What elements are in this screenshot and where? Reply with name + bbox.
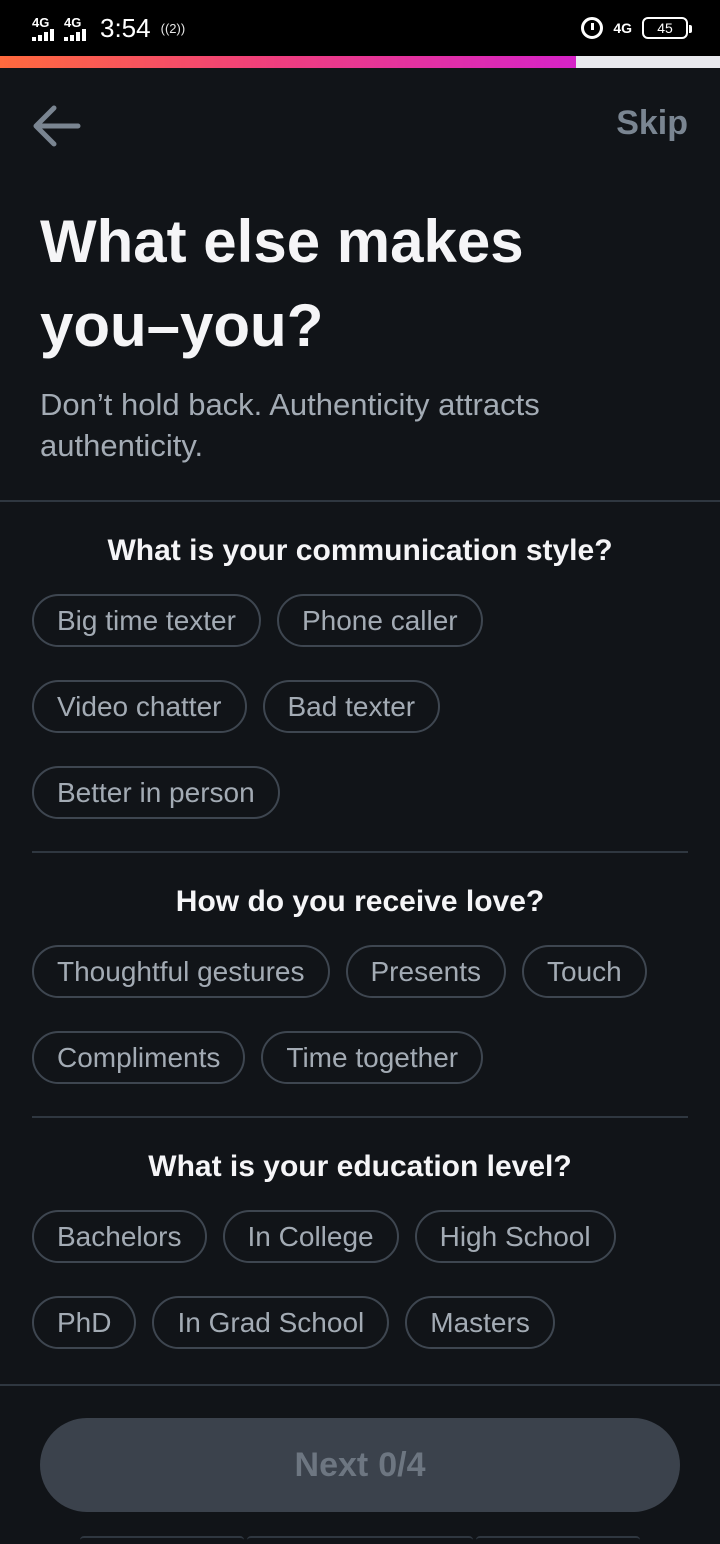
nav-gesture-hint bbox=[476, 1536, 640, 1544]
chip-group: Bachelors In College High School PhD In … bbox=[32, 1210, 688, 1349]
section-title: What is your education level? bbox=[148, 1150, 572, 1183]
alarm-icon bbox=[581, 17, 604, 39]
hotspot-icon: ((2)) bbox=[160, 20, 186, 36]
chip-group: Thoughtful gestures Presents Touch Compl… bbox=[32, 945, 688, 1084]
network-type-label: 4G bbox=[32, 14, 50, 30]
signal-1: 4G bbox=[32, 16, 54, 41]
chip-option[interactable]: High School bbox=[414, 1210, 616, 1263]
communication-style-section: What is your communication style? Big ti… bbox=[0, 534, 720, 819]
section-divider bbox=[32, 851, 688, 853]
signal-bars-icon bbox=[64, 28, 86, 41]
progress-bar bbox=[0, 56, 720, 68]
chip-option[interactable]: Bachelors bbox=[32, 1210, 207, 1263]
chip-option[interactable]: Bad texter bbox=[262, 680, 441, 733]
chip-option[interactable]: Time together bbox=[261, 1031, 484, 1084]
next-button-count: 0/4 bbox=[378, 1445, 426, 1484]
signal-bars-icon bbox=[32, 28, 54, 41]
chip-group: Big time texter Phone caller Video chatt… bbox=[32, 594, 688, 819]
progress-bar-fill bbox=[0, 56, 576, 68]
chip-option[interactable]: Video chatter bbox=[32, 680, 247, 733]
top-nav: Skip bbox=[0, 68, 720, 178]
nav-gesture-hint bbox=[80, 1536, 244, 1544]
clock: 3:54 bbox=[100, 12, 151, 43]
chip-option[interactable]: Big time texter bbox=[32, 594, 261, 647]
page-title: What else makes you–you? bbox=[40, 208, 524, 359]
next-button[interactable]: Next 0/4 bbox=[40, 1418, 680, 1512]
chip-option[interactable]: In Grad School bbox=[152, 1296, 390, 1349]
skip-button[interactable]: Skip bbox=[616, 104, 688, 143]
divider bbox=[0, 1384, 720, 1386]
chip-option[interactable]: PhD bbox=[32, 1296, 137, 1349]
chip-option[interactable]: In College bbox=[222, 1210, 399, 1263]
nav-gesture-hint bbox=[247, 1536, 473, 1544]
chip-option[interactable]: Touch bbox=[522, 945, 647, 998]
section-title: How do you receive love? bbox=[175, 885, 545, 918]
love-language-section: How do you receive love? Thoughtful gest… bbox=[0, 885, 720, 1084]
back-button[interactable] bbox=[28, 98, 84, 154]
network-type-label: 4G bbox=[64, 14, 82, 30]
next-button-label: Next bbox=[294, 1445, 369, 1484]
status-right: 4G 45 bbox=[581, 17, 692, 39]
section-title: What is your communication style? bbox=[107, 534, 613, 567]
chip-option[interactable]: Thoughtful gestures bbox=[32, 945, 330, 998]
page-subtitle: Don’t hold back. Authenticity attracts a… bbox=[40, 387, 540, 463]
network-type-label: 4G bbox=[613, 20, 632, 36]
chip-option[interactable]: Compliments bbox=[32, 1031, 246, 1084]
battery-level: 45 bbox=[657, 20, 673, 36]
chip-option[interactable]: Presents bbox=[345, 945, 506, 998]
status-bar: 4G 4G 3:54 ((2)) 4G 45 bbox=[0, 0, 720, 56]
signal-2: 4G bbox=[64, 16, 86, 41]
chip-option[interactable]: Masters bbox=[405, 1296, 555, 1349]
status-left: 4G 4G 3:54 ((2)) bbox=[32, 13, 185, 44]
chip-option[interactable]: Better in person bbox=[32, 766, 280, 819]
battery-icon: 45 bbox=[642, 17, 692, 39]
options-scroll-area[interactable]: What is your communication style? Big ti… bbox=[0, 502, 720, 1384]
education-level-section: What is your education level? Bachelors … bbox=[0, 1150, 720, 1349]
section-divider bbox=[32, 1116, 688, 1118]
chip-option[interactable]: Phone caller bbox=[276, 594, 483, 647]
arrow-left-icon bbox=[33, 105, 81, 147]
